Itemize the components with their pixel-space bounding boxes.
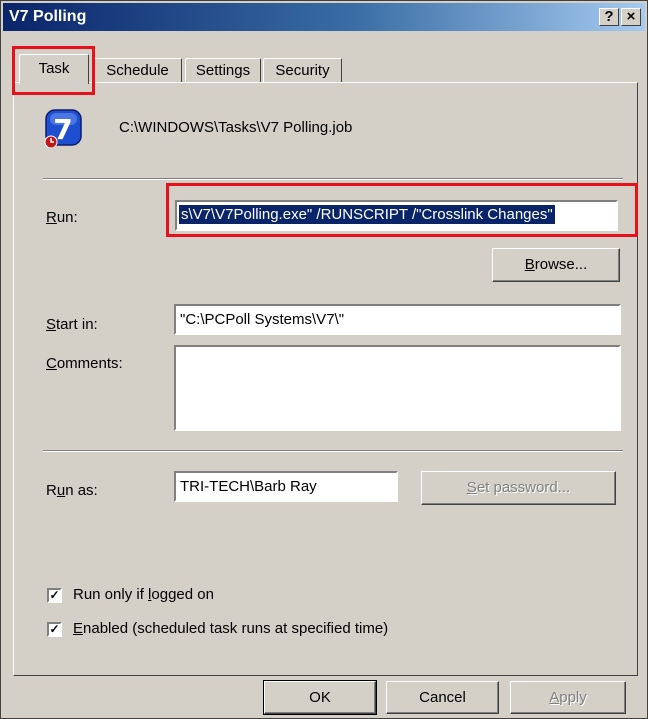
set-password-button[interactable]: Set password...: [421, 471, 616, 505]
comments-label: Comments:: [46, 355, 123, 372]
divider: [43, 450, 623, 452]
run-field[interactable]: s\V7\V7Polling.exe" /RUNSCRIPT /"Crossli…: [175, 200, 618, 231]
enabled-label: Enabled (scheduled task runs at specifie…: [73, 620, 389, 637]
apply-button[interactable]: Apply: [510, 681, 626, 714]
help-button[interactable]: ?: [599, 8, 619, 26]
ok-button[interactable]: OK: [263, 680, 377, 715]
comments-field[interactable]: [174, 345, 621, 431]
run-as-field[interactable]: [174, 471, 398, 502]
app-v7-icon: 7: [43, 108, 83, 149]
tab-settings[interactable]: Settings: [185, 58, 261, 84]
run-only-logged-on-label: Run only if logged on: [73, 586, 214, 603]
start-in-field[interactable]: [174, 304, 621, 335]
tab-task[interactable]: Task: [19, 54, 89, 84]
tab-schedule[interactable]: Schedule: [93, 58, 182, 84]
run-as-label: Run as:: [46, 482, 98, 499]
start-in-label: Start in:: [46, 316, 98, 333]
task-file-path: C:\WINDOWS\Tasks\V7 Polling.job: [119, 119, 353, 136]
browse-button[interactable]: Browse...: [492, 248, 620, 282]
enabled-checkbox[interactable]: ✓: [47, 622, 62, 637]
title-bar[interactable]: V7 Polling ? ×: [3, 3, 645, 31]
run-field-value: s\V7\V7Polling.exe" /RUNSCRIPT /"Crossli…: [179, 205, 555, 224]
run-label: Run:: [46, 209, 78, 226]
cancel-button[interactable]: Cancel: [386, 681, 499, 714]
run-only-logged-on-checkbox[interactable]: ✓: [47, 588, 62, 603]
window-title: V7 Polling: [9, 8, 87, 25]
tab-security[interactable]: Security: [263, 58, 342, 84]
divider: [43, 178, 623, 180]
close-button[interactable]: ×: [621, 8, 641, 26]
task-properties-dialog: V7 Polling ? × Task Schedule Settings Se…: [0, 0, 648, 719]
